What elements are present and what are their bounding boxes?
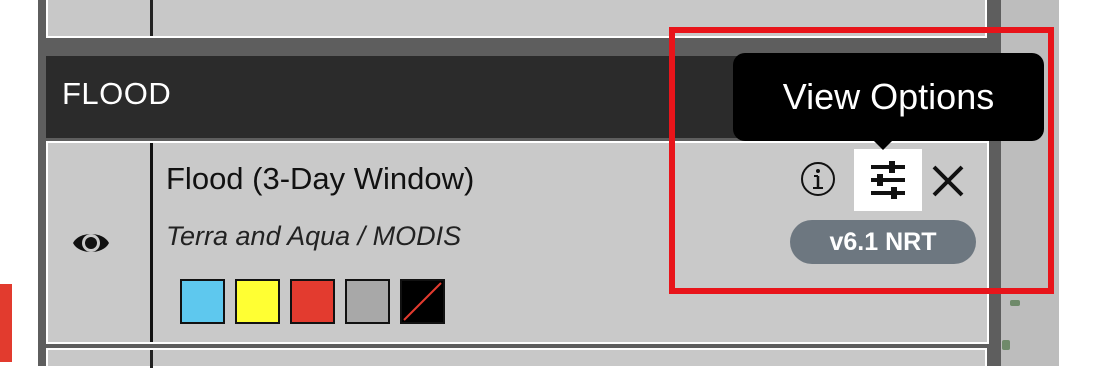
row-divider [150, 143, 153, 342]
category-title: FLOOD [62, 76, 172, 111]
row-divider [150, 0, 153, 36]
legend-swatch [235, 279, 280, 324]
page-edge-accent [0, 284, 12, 362]
layer-subtitle: Terra and Aqua / MODIS [166, 221, 462, 251]
legend-swatch [345, 279, 390, 324]
legend-swatch [180, 279, 225, 324]
highlight-box [669, 27, 1054, 294]
eye-icon[interactable] [71, 227, 111, 259]
map-feature [1002, 340, 1010, 350]
legend-swatch-nodata [400, 279, 445, 324]
legend [180, 279, 445, 324]
map-feature [1010, 300, 1020, 306]
legend-swatch [290, 279, 335, 324]
layer-title: Flood (3-Day Window) [166, 161, 475, 196]
row-divider [150, 350, 153, 368]
next-layer-row[interactable] [46, 348, 987, 368]
